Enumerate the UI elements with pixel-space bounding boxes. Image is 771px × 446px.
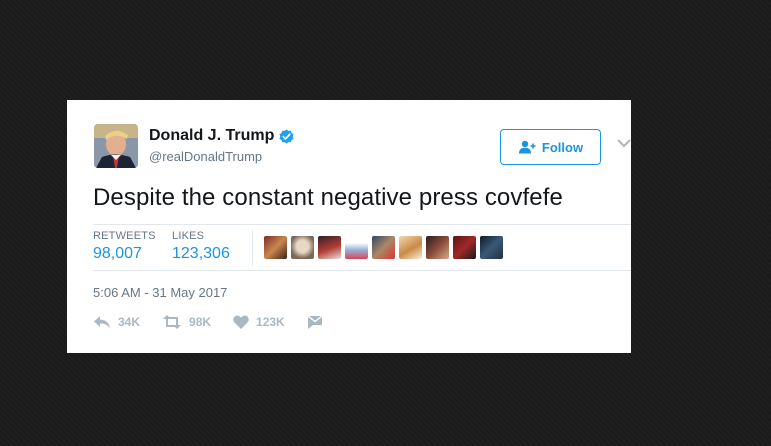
direct-message-icon xyxy=(307,315,323,329)
stats-separator xyxy=(252,230,253,266)
retweet-button[interactable]: 98K xyxy=(162,315,211,329)
verified-badge-icon xyxy=(279,128,294,144)
like-button[interactable]: 123K xyxy=(233,315,285,329)
retweets-value: 98,007 xyxy=(93,245,142,262)
follow-user-icon xyxy=(518,140,536,154)
liker-avatars xyxy=(264,236,503,259)
author-name-row: Donald J. Trump xyxy=(149,127,294,145)
author-handle[interactable]: @realDonaldTrump xyxy=(149,149,262,164)
reply-icon xyxy=(94,316,110,328)
liker-avatar[interactable] xyxy=(426,236,449,259)
stats-divider-bottom xyxy=(93,270,631,271)
stats-divider-top xyxy=(93,224,631,225)
reply-count: 34K xyxy=(118,315,141,329)
tweet-card: Donald J. Trump @realDonaldTrump Follow … xyxy=(67,100,631,353)
retweets-label: RETWEETS xyxy=(93,230,156,242)
retweets-stat[interactable]: RETWEETS 98,007 xyxy=(93,230,156,263)
tweet-text: Despite the constant negative press covf… xyxy=(93,184,563,211)
reply-button[interactable]: 34K xyxy=(93,315,140,329)
retweet-icon xyxy=(163,315,182,329)
liker-avatar[interactable] xyxy=(291,236,314,259)
liker-avatar[interactable] xyxy=(318,236,341,259)
liker-avatar[interactable] xyxy=(345,236,368,259)
likes-stat[interactable]: LIKES 123,306 xyxy=(172,230,230,263)
heart-icon xyxy=(233,315,249,329)
liker-avatar[interactable] xyxy=(480,236,503,259)
direct-message-button[interactable] xyxy=(307,315,323,329)
liker-avatar[interactable] xyxy=(264,236,287,259)
tweet-actions: 34K 98K 123K xyxy=(93,315,345,329)
liker-avatar[interactable] xyxy=(399,236,422,259)
liker-avatar[interactable] xyxy=(453,236,476,259)
liker-avatar[interactable] xyxy=(372,236,395,259)
like-count: 123K xyxy=(256,315,285,329)
follow-label: Follow xyxy=(541,139,584,155)
author-name[interactable]: Donald J. Trump xyxy=(149,127,274,145)
retweet-count: 98K xyxy=(189,315,212,329)
author-avatar[interactable] xyxy=(94,124,138,168)
likes-label: LIKES xyxy=(172,230,205,242)
tweet-timestamp[interactable]: 5:06 AM - 31 May 2017 xyxy=(93,285,227,300)
chevron-down-icon[interactable] xyxy=(617,138,631,148)
follow-button[interactable]: Follow xyxy=(500,129,601,165)
likes-value: 123,306 xyxy=(172,245,230,262)
